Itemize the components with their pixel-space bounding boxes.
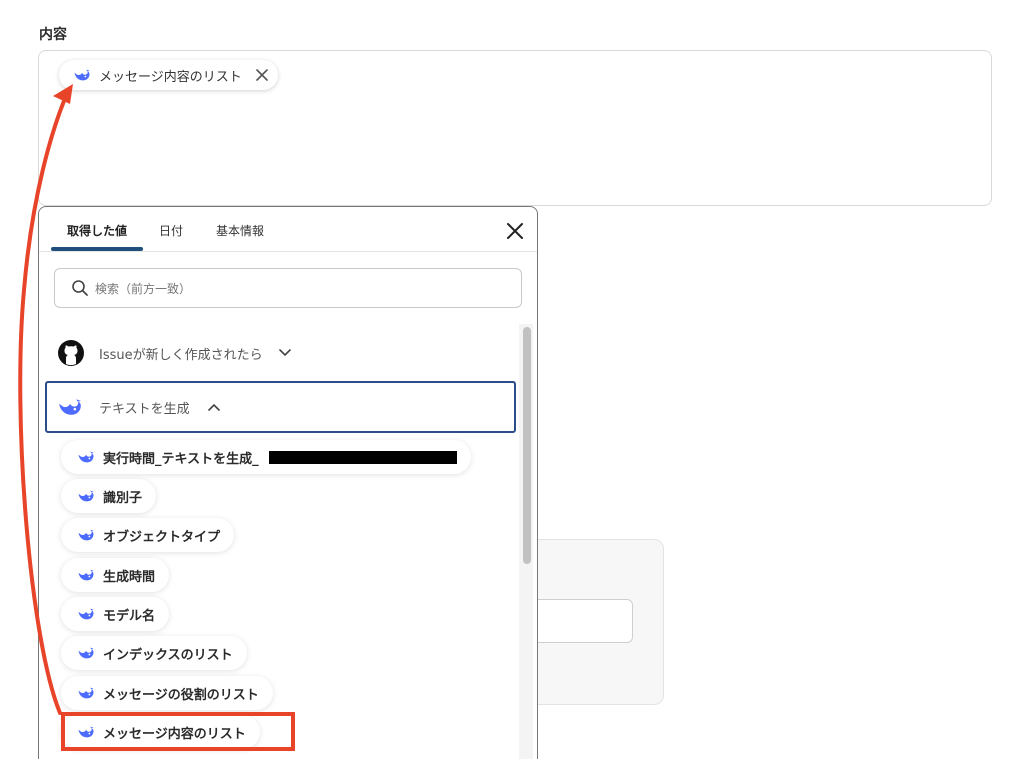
list-item[interactable]: オブジェクトタイプ: [61, 518, 235, 552]
whale-icon: [77, 528, 95, 542]
group-github-label: Issueが新しく作成されたら: [99, 347, 263, 363]
github-icon: [58, 340, 84, 366]
whale-icon: [77, 489, 95, 503]
whale-icon: [77, 686, 95, 700]
search-input[interactable]: 検索（前方一致）: [54, 268, 522, 308]
whale-icon: [77, 607, 95, 621]
list-item-label: オブジェクトタイプ: [103, 529, 221, 545]
selected-value-token[interactable]: メッセージ内容のリスト: [59, 60, 278, 90]
list-item[interactable]: 実行時間_テキストを生成_: [61, 440, 471, 474]
scrollbar-thumb[interactable]: [523, 327, 531, 564]
whale-icon: [77, 568, 95, 582]
tab-bar: 取得した値 日付 基本情報: [39, 207, 537, 252]
whale-icon: [73, 68, 91, 82]
list-item-label: 実行時間_テキストを生成_: [103, 451, 259, 467]
token-label: メッセージ内容のリスト: [99, 69, 242, 85]
list-item-label: 識別子: [103, 490, 143, 506]
group-ai-label: テキストを生成: [99, 401, 190, 417]
redaction-bar: [268, 450, 457, 464]
tab-date[interactable]: 日付: [159, 222, 183, 239]
group-ai-text-generate[interactable]: テキストを生成: [45, 381, 516, 433]
tab-fetched-values[interactable]: 取得した値: [67, 222, 127, 239]
group-github-trigger[interactable]: Issueが新しく作成されたら: [57, 338, 291, 368]
whale-icon: [77, 450, 95, 464]
list-item[interactable]: インデックスのリスト: [61, 636, 247, 670]
whale-icon: [77, 646, 95, 660]
list-item-label: インデックスのリスト: [103, 647, 233, 663]
value-picker-popover: 取得した値 日付 基本情報 検索（前方一致） Issueが新しく作成されたら テ…: [38, 206, 538, 759]
close-icon[interactable]: [505, 221, 525, 241]
whale-icon: [57, 397, 83, 417]
tab-basic-info[interactable]: 基本情報: [216, 222, 264, 239]
search-placeholder: 検索（前方一致）: [95, 281, 192, 296]
list-item[interactable]: 生成時間: [61, 558, 170, 592]
content-field-label: 内容: [39, 27, 67, 43]
list-item[interactable]: メッセージの役割のリスト: [61, 676, 273, 710]
list-item-label: メッセージの役割のリスト: [103, 687, 259, 703]
list-item[interactable]: モデル名: [61, 597, 170, 631]
chevron-up-icon: [207, 400, 220, 414]
search-icon: [72, 280, 88, 296]
chevron-down-icon: [278, 346, 291, 360]
active-tab-indicator: [51, 247, 143, 251]
highlight-annotation-box: [61, 712, 295, 751]
list-item[interactable]: 識別子: [61, 479, 157, 513]
list-item-label: モデル名: [103, 608, 156, 624]
close-icon[interactable]: [255, 69, 268, 81]
list-item-label: 生成時間: [103, 569, 156, 585]
